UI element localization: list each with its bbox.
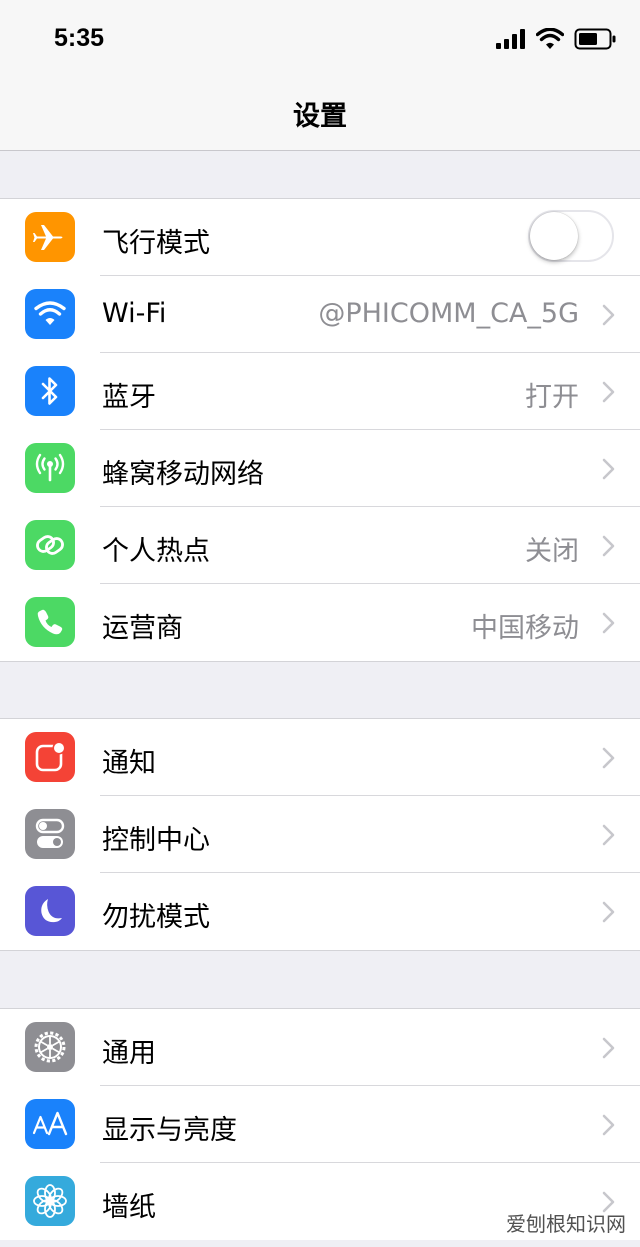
status-bar: 5:35	[0, 0, 640, 78]
chevron-right-icon	[602, 612, 615, 634]
wifi-status-icon	[536, 28, 564, 49]
settings-row-wifi[interactable]: Wi-Fi @PHICOMM_CA_5G	[0, 276, 640, 353]
chevron-right-icon	[602, 535, 615, 557]
settings-row-general[interactable]: 通用	[0, 1009, 640, 1086]
signal-icon	[496, 29, 525, 49]
status-time: 5:35	[54, 24, 105, 52]
hotspot-label: 个人热点	[102, 536, 210, 567]
cellular-icon	[25, 443, 75, 493]
settings-row-cellular[interactable]: 蜂窝移动网络	[0, 430, 640, 507]
watermark: 爱刨根知识网	[506, 1212, 626, 1236]
settings-row-display-brightness[interactable]: 显示与亮度	[0, 1086, 640, 1163]
control-center-icon	[25, 809, 75, 859]
toggle-knob	[530, 212, 578, 260]
phone-icon	[25, 597, 75, 647]
hotspot-value: 关闭	[525, 536, 579, 567]
settings-row-hotspot[interactable]: 个人热点 关闭	[0, 507, 640, 584]
bluetooth-label: 蓝牙	[102, 382, 156, 413]
wallpaper-flower-icon	[25, 1176, 75, 1226]
settings-row-control-center[interactable]: 控制中心	[0, 796, 640, 873]
wallpaper-label: 墙纸	[102, 1192, 156, 1223]
gear-icon	[25, 1022, 75, 1072]
navigation-bar: 设置	[0, 78, 640, 151]
notifications-label: 通知	[102, 748, 156, 779]
bluetooth-icon	[25, 366, 75, 416]
chevron-right-icon	[602, 1114, 615, 1136]
wifi-value: @PHICOMM_CA_5G	[318, 298, 579, 329]
wifi-icon	[25, 289, 75, 339]
airplane-mode-toggle[interactable]	[528, 210, 614, 262]
status-icons	[496, 26, 616, 52]
settings-row-airplane-mode: 飞行模式	[0, 199, 640, 276]
battery-icon	[574, 28, 616, 50]
page-title: 设置	[293, 101, 347, 132]
settings-row-carrier[interactable]: 运营商 中国移动	[0, 584, 640, 661]
settings-group-system: 通用 显示与亮度 墙纸	[0, 1008, 640, 1240]
hotspot-icon	[25, 520, 75, 570]
settings-group-alerts: 通知 控制中心 勿扰模式	[0, 718, 640, 951]
chevron-right-icon	[602, 747, 615, 769]
settings-row-notifications[interactable]: 通知	[0, 719, 640, 796]
airplane-mode-label: 飞行模式	[102, 228, 210, 259]
bluetooth-value: 打开	[525, 382, 579, 413]
display-brightness-label: 显示与亮度	[102, 1115, 237, 1146]
chevron-right-icon	[602, 1037, 615, 1059]
display-brightness-icon	[25, 1099, 75, 1149]
general-label: 通用	[102, 1038, 156, 1069]
wifi-label: Wi-Fi	[102, 298, 167, 329]
carrier-value: 中国移动	[471, 613, 579, 644]
chevron-right-icon	[602, 458, 615, 480]
settings-row-bluetooth[interactable]: 蓝牙 打开	[0, 353, 640, 430]
control-center-label: 控制中心	[102, 825, 210, 856]
chevron-right-icon	[602, 381, 615, 403]
notifications-icon	[25, 732, 75, 782]
chevron-right-icon	[602, 304, 615, 326]
do-not-disturb-label: 勿扰模式	[102, 902, 210, 933]
chevron-right-icon	[602, 901, 615, 923]
chevron-right-icon	[602, 824, 615, 846]
airplane-icon	[25, 212, 75, 262]
settings-row-do-not-disturb[interactable]: 勿扰模式	[0, 873, 640, 950]
settings-group-connectivity: 飞行模式 Wi-Fi @PHICOMM_CA_5G 蓝牙 打开 蜂窝移动网络 个…	[0, 198, 640, 662]
carrier-label: 运营商	[102, 613, 183, 644]
cellular-label: 蜂窝移动网络	[102, 459, 264, 490]
moon-icon	[25, 886, 75, 936]
